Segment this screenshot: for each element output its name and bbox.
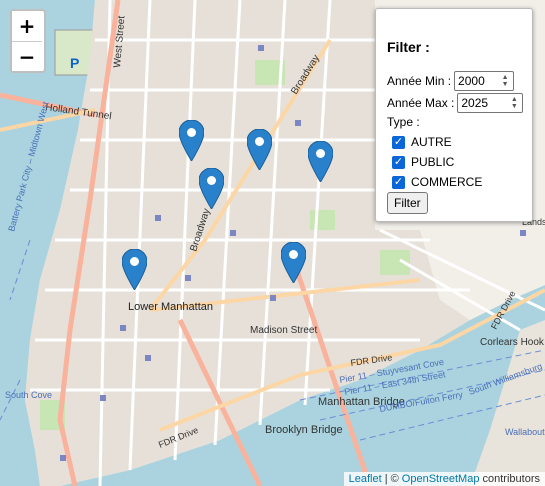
map-marker[interactable]	[280, 241, 307, 284]
map-marker[interactable]	[246, 128, 273, 171]
type-checkbox-public[interactable]: ✓ PUBLIC	[392, 155, 454, 169]
copyright-symbol: ©	[390, 473, 399, 485]
label-corlears-hook: Corlears Hook	[480, 337, 545, 348]
year-min-value: 2000	[458, 74, 485, 88]
label-wallabout: Wallabout Bay	[505, 427, 545, 437]
year-min-row: Année Min : 2000 ▲ ▼	[387, 71, 515, 91]
marker-pin-icon	[307, 140, 334, 183]
filter-button[interactable]: Filter	[387, 192, 428, 214]
leaflet-link[interactable]: Leaflet	[349, 473, 382, 485]
marker-pin-icon	[121, 248, 148, 291]
checkbox-checked-icon[interactable]: ✓	[392, 135, 405, 149]
zoom-in-button[interactable]: +	[12, 11, 42, 41]
year-max-label: Année Max :	[387, 96, 455, 110]
zoom-out-button[interactable]: −	[12, 41, 42, 71]
map-marker[interactable]	[307, 140, 334, 183]
map-marker[interactable]	[178, 119, 205, 162]
parking-icon: P	[70, 55, 79, 71]
marker-pin-icon	[178, 119, 205, 162]
marker-pin-icon	[198, 167, 225, 210]
type-checkbox-autre[interactable]: ✓ AUTRE	[392, 135, 452, 149]
filter-panel: Filter : Année Min : 2000 ▲ ▼ Année Max :…	[375, 8, 533, 222]
year-max-value: 2025	[461, 96, 489, 110]
spinner-icon[interactable]: ▲ ▼	[499, 74, 511, 88]
type-checkbox-commerce[interactable]: ✓ COMMERCE	[392, 175, 482, 189]
year-max-input[interactable]: 2025 ▲ ▼	[457, 93, 524, 113]
label-lower-manhattan: Lower Manhattan	[128, 301, 213, 313]
attribution: Leaflet | © OpenStreetMap contributors	[343, 472, 545, 486]
filter-title: Filter :	[387, 39, 430, 55]
year-min-label: Année Min :	[387, 74, 452, 88]
marker-pin-icon	[246, 128, 273, 171]
attribution-separator: |	[384, 473, 388, 485]
map-marker[interactable]	[121, 248, 148, 291]
zoom-control: + −	[10, 9, 46, 73]
map-marker[interactable]	[198, 167, 225, 210]
label-south-cove: South Cove	[5, 390, 52, 400]
checkbox-checked-icon[interactable]: ✓	[392, 155, 405, 169]
map-canvas[interactable]: West Street Holland Tunnel Broadway Broa…	[0, 0, 545, 486]
type-label: Type :	[387, 115, 420, 129]
checkbox-checked-icon[interactable]: ✓	[392, 175, 405, 189]
label-brooklyn-bridge: Brooklyn Bridge	[265, 424, 343, 436]
osm-link[interactable]: OpenStreetMap	[402, 473, 480, 485]
label-madison-street: Madison Street	[250, 325, 317, 336]
year-min-input[interactable]: 2000 ▲ ▼	[454, 71, 515, 91]
type-label-commerce: COMMERCE	[411, 175, 483, 189]
type-label-autre: AUTRE	[411, 135, 452, 149]
type-label-public: PUBLIC	[411, 155, 455, 169]
marker-pin-icon	[280, 241, 307, 284]
attribution-contributors: contributors	[482, 473, 540, 485]
year-max-row: Année Max : 2025 ▲ ▼	[387, 93, 524, 113]
spinner-icon[interactable]: ▲ ▼	[508, 96, 520, 110]
